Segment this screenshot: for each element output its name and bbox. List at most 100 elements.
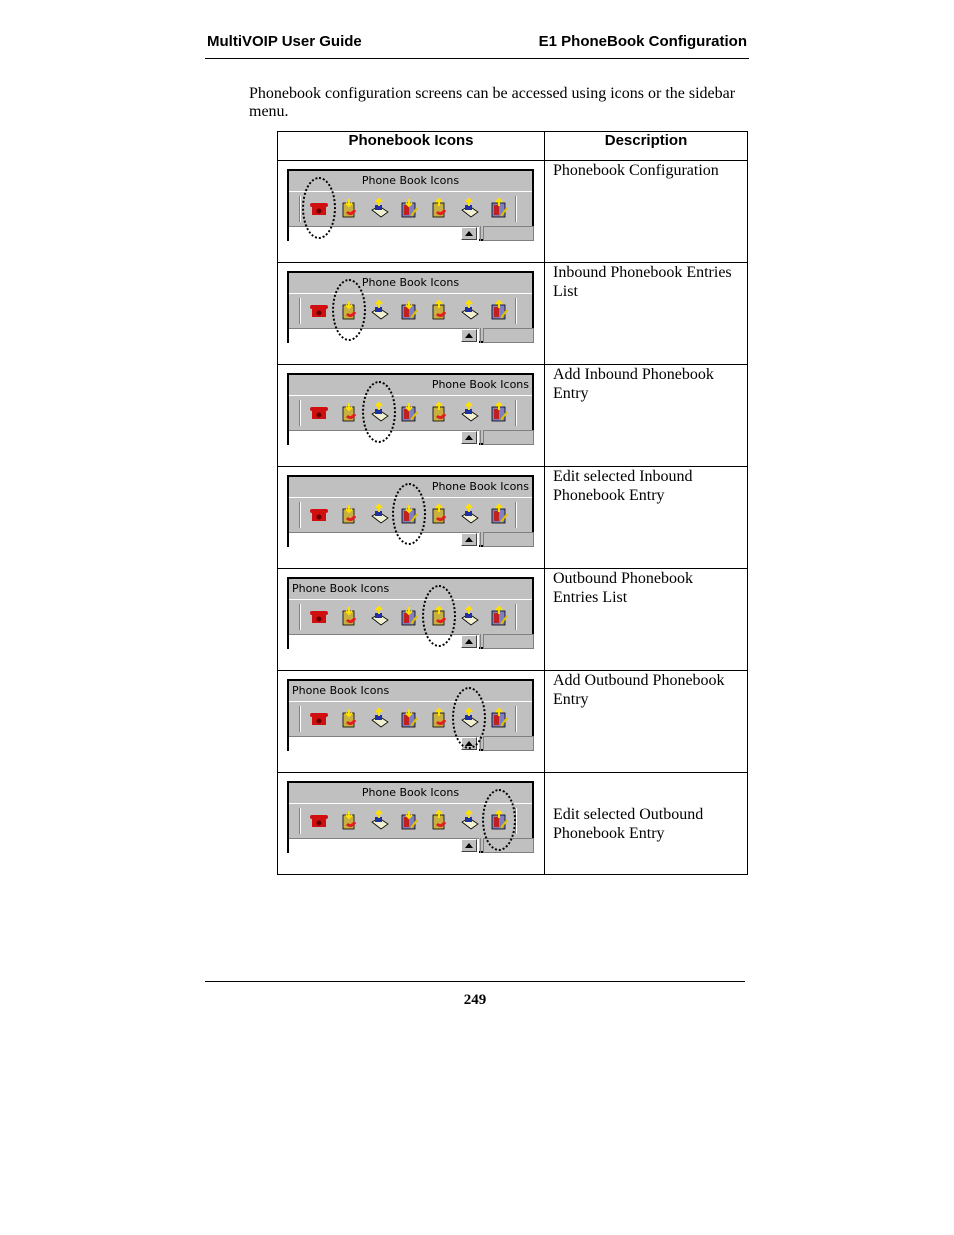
red-telephone-icon[interactable] xyxy=(309,402,329,422)
edit-outbound-icon[interactable] xyxy=(489,198,509,218)
toolbar-title: Phone Book Icons xyxy=(431,378,529,391)
table-row: Phone Book Icons Edit selected Outbound P… xyxy=(277,772,748,875)
toolbar-sepL xyxy=(299,808,300,834)
outbound-list-icon[interactable] xyxy=(429,810,449,830)
toolbar-box2 xyxy=(483,634,534,649)
scroll-up-arrow-icon[interactable] xyxy=(461,839,477,852)
add-outbound-book-icon[interactable] xyxy=(459,402,479,422)
toolbar-tline xyxy=(289,701,532,702)
description-cell: Add Outbound Phonebook Entry xyxy=(544,670,748,773)
toolbar-sepR xyxy=(515,706,516,732)
header-rule xyxy=(205,58,749,59)
phone-book-toolbar-screenshot: Phone Book Icons xyxy=(287,373,534,445)
outbound-list-icon[interactable] xyxy=(429,708,449,728)
inbound-list-icon[interactable] xyxy=(339,606,359,626)
table-header-row: Phonebook Icons Description xyxy=(277,131,748,161)
edit-inbound-icon[interactable] xyxy=(399,708,419,728)
inbound-list-icon[interactable] xyxy=(339,708,359,728)
toolbar-sepM xyxy=(480,226,481,241)
outbound-list-icon[interactable] xyxy=(429,402,449,422)
column-header-description: Description xyxy=(544,131,748,161)
inbound-list-icon[interactable] xyxy=(339,198,359,218)
add-outbound-book-icon[interactable] xyxy=(459,300,479,320)
highlight-ring xyxy=(362,381,396,443)
edit-outbound-icon[interactable] xyxy=(489,504,509,524)
phone-book-toolbar-screenshot: Phone Book Icons xyxy=(287,271,534,343)
toolbar-sepL xyxy=(299,502,300,528)
guide-title: MultiVOIP User Guide xyxy=(207,33,362,50)
red-telephone-icon[interactable] xyxy=(309,504,329,524)
scroll-up-arrow-icon[interactable] xyxy=(461,533,477,546)
add-inbound-book-icon[interactable] xyxy=(369,198,389,218)
add-outbound-book-icon[interactable] xyxy=(459,504,479,524)
toolbar-sepL xyxy=(299,298,300,324)
icon-screenshot-cell: Phone Book Icons xyxy=(277,466,545,569)
red-telephone-icon[interactable] xyxy=(309,606,329,626)
toolbar-sepM xyxy=(480,532,481,547)
edit-inbound-icon[interactable] xyxy=(399,606,419,626)
toolbar-sepR xyxy=(515,298,516,324)
icon-screenshot-cell: Phone Book Icons xyxy=(277,160,545,263)
add-inbound-book-icon[interactable] xyxy=(369,810,389,830)
highlight-ring xyxy=(422,585,456,647)
highlight-ring xyxy=(482,789,516,851)
add-inbound-book-icon[interactable] xyxy=(369,606,389,626)
scroll-up-arrow-icon[interactable] xyxy=(461,431,477,444)
toolbar-title: Phone Book Icons xyxy=(361,276,460,289)
toolbar-title: Phone Book Icons xyxy=(292,684,390,697)
toolbar-field xyxy=(289,532,479,547)
red-telephone-icon[interactable] xyxy=(309,300,329,320)
inbound-list-icon[interactable] xyxy=(339,504,359,524)
outbound-list-icon[interactable] xyxy=(429,300,449,320)
highlight-ring xyxy=(332,279,366,341)
toolbar-box2 xyxy=(483,532,534,547)
scroll-up-arrow-icon[interactable] xyxy=(461,227,477,240)
highlight-ring xyxy=(302,177,336,239)
toolbar-box2 xyxy=(483,328,534,343)
phone-book-toolbar-screenshot: Phone Book Icons xyxy=(287,577,534,649)
edit-inbound-icon[interactable] xyxy=(399,198,419,218)
toolbar-icons xyxy=(309,810,509,830)
add-inbound-book-icon[interactable] xyxy=(369,300,389,320)
toolbar-sepR xyxy=(515,604,516,630)
edit-inbound-icon[interactable] xyxy=(399,300,419,320)
red-telephone-icon[interactable] xyxy=(309,708,329,728)
red-telephone-icon[interactable] xyxy=(309,810,329,830)
toolbar-sepL xyxy=(299,604,300,630)
description-cell: Phonebook Configuration xyxy=(544,160,748,263)
highlight-ring xyxy=(452,687,486,749)
section-title: E1 PhoneBook Configuration xyxy=(538,33,747,50)
scroll-up-arrow-icon[interactable] xyxy=(461,329,477,342)
description-cell: Edit selected Outbound Phonebook Entry xyxy=(544,772,748,875)
inbound-list-icon[interactable] xyxy=(339,810,359,830)
toolbar-sepM xyxy=(480,634,481,649)
inbound-list-icon[interactable] xyxy=(339,402,359,422)
edit-inbound-icon[interactable] xyxy=(399,810,419,830)
page-number: 249 xyxy=(463,992,487,1008)
toolbar-sepR xyxy=(515,502,516,528)
icon-screenshot-cell: Phone Book Icons xyxy=(277,262,545,365)
toolbar-title: Phone Book Icons xyxy=(292,582,390,595)
add-inbound-book-icon[interactable] xyxy=(369,708,389,728)
outbound-list-icon[interactable] xyxy=(429,198,449,218)
outbound-list-icon[interactable] xyxy=(429,504,449,524)
edit-outbound-icon[interactable] xyxy=(489,300,509,320)
edit-inbound-icon[interactable] xyxy=(399,402,419,422)
edit-outbound-icon[interactable] xyxy=(489,708,509,728)
add-inbound-book-icon[interactable] xyxy=(369,504,389,524)
add-outbound-book-icon[interactable] xyxy=(459,810,479,830)
description-cell: Outbound Phonebook Entries List xyxy=(544,568,748,671)
table-row: Phone Book Icons Add Outbound Phonebook E… xyxy=(277,670,748,773)
intro-paragraph: Phonebook configuration screens can be a… xyxy=(249,85,736,120)
toolbar-icons xyxy=(309,606,509,626)
toolbar-tline xyxy=(289,599,532,600)
edit-outbound-icon[interactable] xyxy=(489,606,509,626)
phone-book-toolbar-screenshot: Phone Book Icons xyxy=(287,679,534,751)
table-row: Phone Book Icons Inbound Phonebook Entrie… xyxy=(277,262,748,365)
scroll-up-arrow-icon[interactable] xyxy=(461,635,477,648)
edit-outbound-icon[interactable] xyxy=(489,402,509,422)
description-cell: Inbound Phonebook Entries List xyxy=(544,262,748,365)
add-outbound-book-icon[interactable] xyxy=(459,606,479,626)
toolbar-sepM xyxy=(480,838,481,853)
add-outbound-book-icon[interactable] xyxy=(459,198,479,218)
